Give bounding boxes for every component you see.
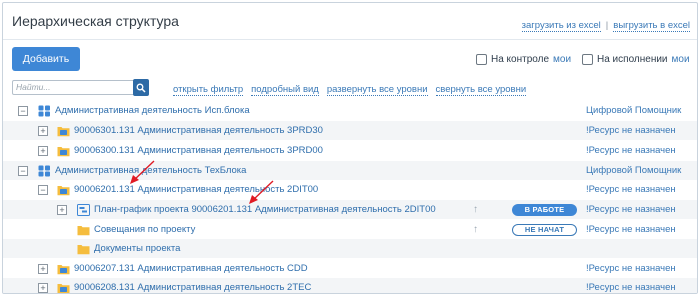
tree-row[interactable]: + 90006208.131 Административная деятельн… [3, 278, 697, 293]
annotation-arrow-icon [249, 180, 274, 204]
tree-row[interactable]: + План-график проекта 90006201.131 Админ… [3, 200, 697, 219]
status-badge: В РАБОТЕ [512, 203, 577, 216]
tree-row-label[interactable]: Документы проекта [94, 243, 180, 254]
folder-icon [77, 244, 90, 254]
on-execution-label: На исполнении [597, 54, 668, 65]
tree-row-assignee[interactable]: !Ресурс не назначен [586, 204, 676, 215]
project-folder-icon [57, 185, 70, 195]
add-button[interactable]: Добавить [12, 47, 80, 71]
arrow-up-icon[interactable]: ↑ [473, 204, 478, 215]
tree-row-assignee[interactable]: Цифровой Помощник [586, 165, 681, 176]
on-execution-checkbox[interactable] [582, 54, 593, 65]
on-control-mine-link[interactable]: мои [553, 54, 571, 65]
expand-toggle[interactable]: + [38, 282, 48, 293]
link-separator: | [605, 20, 609, 31]
tree-row-label[interactable]: 90006301.131 Административная деятельнос… [74, 125, 323, 136]
folder-icon [77, 225, 90, 235]
gantt-schedule-icon [77, 203, 90, 216]
tree-row-assignee[interactable]: Цифровой Помощник [586, 105, 681, 116]
search-icon [136, 83, 146, 93]
tree-row[interactable]: + 90006207.131 Административная деятельн… [3, 259, 697, 278]
on-control-filter: На контроле мои [476, 54, 571, 65]
tree-row-label[interactable]: 90006201.131 Административная деятельнос… [74, 184, 318, 195]
tree-row-label[interactable]: 90006300.131 Административная деятельнос… [74, 145, 323, 156]
project-folder-icon [57, 126, 70, 136]
tree-row[interactable]: + 90006300.131 Административная деятельн… [3, 141, 697, 160]
on-execution-mine-link[interactable]: мои [672, 54, 690, 65]
collapse-toggle[interactable]: − [18, 165, 28, 176]
portfolio-icon [38, 105, 50, 116]
header-divider [3, 39, 697, 40]
tree-row-label[interactable]: Административная деятельность Исп.блока [55, 105, 250, 116]
tree-row[interactable]: − 90006201.131 Административная деятельн… [3, 180, 697, 199]
collapse-toggle[interactable]: − [18, 105, 28, 116]
view-controls: открыть фильтр подробный вид развернуть … [173, 84, 527, 96]
tree-row-assignee[interactable]: !Ресурс не назначен [586, 184, 676, 195]
tree-row-assignee[interactable]: !Ресурс не назначен [586, 263, 676, 274]
project-folder-icon [57, 264, 70, 274]
status-badge: НЕ НАЧАТ [512, 223, 577, 236]
on-control-label: На контроле [491, 54, 550, 65]
tree-row[interactable]: − Административная деятельность ТехБлока… [3, 161, 697, 180]
import-excel-link[interactable]: загрузить из excel [521, 20, 601, 32]
search-button[interactable] [133, 79, 149, 96]
arrow-up-icon[interactable]: ↑ [473, 224, 478, 235]
tree-row-label[interactable]: Совещания по проекту [94, 224, 195, 235]
on-execution-filter: На исполнении мои [582, 54, 690, 65]
tree-row-label[interactable]: 90006207.131 Административная деятельнос… [74, 263, 308, 274]
on-control-checkbox[interactable] [476, 54, 487, 65]
hierarchy-panel: Иерархическая структура загрузить из exc… [2, 2, 698, 294]
excel-links: загрузить из excel | выгрузить в excel [521, 20, 690, 32]
tree-row[interactable]: Совещания по проекту ↑ НЕ НАЧАТ !Ресурс … [3, 220, 697, 239]
collapse-all-link[interactable]: свернуть все уровни [435, 84, 527, 96]
export-excel-link[interactable]: выгрузить в excel [613, 20, 690, 32]
search-input[interactable]: Найти... [12, 80, 138, 95]
tree-row-assignee[interactable]: !Ресурс не назначен [586, 282, 676, 293]
annotation-arrow-icon [130, 160, 155, 184]
page-title: Иерархическая структура [12, 13, 179, 29]
tree-row-assignee[interactable]: !Ресурс не назначен [586, 125, 676, 136]
tree-row-label[interactable]: 90006208.131 Административная деятельнос… [74, 282, 311, 293]
project-folder-icon [57, 146, 70, 156]
project-folder-icon [57, 283, 70, 293]
tree-row-assignee[interactable]: !Ресурс не назначен [586, 145, 676, 156]
expand-toggle[interactable]: + [38, 125, 48, 136]
expand-toggle[interactable]: + [38, 263, 48, 274]
expand-toggle[interactable]: + [57, 204, 67, 215]
collapse-toggle[interactable]: − [38, 184, 48, 195]
tree-row-assignee[interactable]: !Ресурс не назначен [586, 224, 676, 235]
tree-row[interactable]: + 90006301.131 Административная деятельн… [3, 121, 697, 140]
expand-all-link[interactable]: развернуть все уровни [326, 84, 428, 96]
tree-row[interactable]: Документы проекта [3, 239, 697, 258]
tree-row[interactable]: − Административная деятельность Исп.блок… [3, 101, 697, 120]
detailed-view-link[interactable]: подробный вид [251, 84, 319, 96]
portfolio-icon [38, 165, 50, 176]
open-filter-link[interactable]: открыть фильтр [173, 84, 244, 96]
expand-toggle[interactable]: + [38, 145, 48, 156]
